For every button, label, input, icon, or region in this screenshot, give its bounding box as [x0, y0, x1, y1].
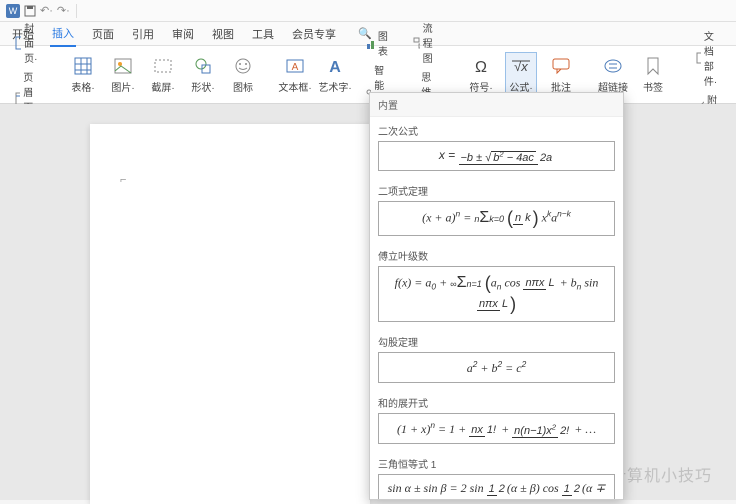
docpart-label: 文档部件· — [704, 28, 722, 88]
hyperlink-button[interactable]: 超链接 — [597, 53, 629, 96]
cover-button[interactable]: 封面页· — [12, 19, 43, 66]
bookmark-label: 书签 — [643, 79, 663, 94]
svg-text:W: W — [9, 6, 18, 16]
equation-label: 二次公式 — [378, 120, 615, 141]
hyperlink-icon — [602, 55, 624, 77]
screenshot-button[interactable]: 截屏· — [147, 53, 179, 96]
quick-access-toolbar: W ↶· ↷· — [6, 4, 70, 18]
equation-item-trig1[interactable]: 三角恒等式 1 sin α ± sin β = 2 sin 12(α ± β) … — [370, 450, 623, 500]
equation-preview[interactable]: x = −b ± b2 − 4ac2a — [378, 141, 615, 171]
equation-label: 傅立叶级数 — [378, 245, 615, 266]
screenshot-label: 截屏· — [151, 79, 174, 94]
equation-label: 和的展开式 — [378, 392, 615, 413]
equation-item-binomial[interactable]: 二项式定理 (x + a)n = nΣk=0 (nk) xkan−k — [370, 177, 623, 242]
dropdown-header: 内置 — [370, 93, 623, 117]
tab-view[interactable]: 视图 — [210, 22, 236, 46]
textbox-label: 文本框· — [278, 79, 311, 94]
tab-insert[interactable]: 插入 — [50, 21, 76, 47]
cursor-indicator: ⌐ — [120, 174, 126, 186]
table-button[interactable]: 表格· — [67, 53, 99, 96]
picture-button[interactable]: 图片· — [107, 53, 139, 96]
tab-page[interactable]: 页面 — [90, 22, 116, 46]
app-menu-icon[interactable]: W — [6, 4, 20, 18]
chart-label: 图表 — [378, 28, 392, 58]
ribbon: 封面页· 页眉页脚 表格· 图片· 截屏· 形状· 图标 A文本框· A艺术字·… — [0, 46, 736, 104]
wordart-button[interactable]: A 艺术字· — [319, 53, 351, 96]
document-page[interactable]: ⌐ — [90, 124, 370, 504]
title-bar: W ↶· ↷· — [0, 0, 736, 22]
equation-preview[interactable]: f(x) = a0 + ∞Σn=1 (an cos nπxL + bn sin … — [378, 266, 615, 322]
tab-tools[interactable]: 工具 — [250, 22, 276, 46]
svg-text:A: A — [292, 62, 299, 73]
screenshot-icon — [152, 55, 174, 77]
flowchart-button[interactable]: 流程图 — [410, 19, 441, 66]
wordart-label: 艺术字· — [318, 79, 351, 94]
undo-icon[interactable]: ↶· — [40, 4, 53, 17]
icon-icon — [232, 55, 254, 77]
bookmark-button[interactable]: 书签 — [637, 53, 669, 96]
equation-button[interactable]: √x公式· — [505, 52, 537, 97]
cover-label: 封面页· — [24, 20, 41, 65]
shape-button[interactable]: 形状· — [187, 53, 219, 96]
table-label: 表格· — [71, 79, 94, 94]
tab-review[interactable]: 审阅 — [170, 22, 196, 46]
divider — [76, 4, 77, 18]
annotation-icon — [550, 55, 572, 77]
equation-icon: √x — [510, 55, 532, 77]
shape-icon — [192, 55, 214, 77]
equation-preview[interactable]: sin α ± sin β = 2 sin 12(α ± β) cos 12(α… — [378, 474, 615, 500]
equation-item-quadratic[interactable]: 二次公式 x = −b ± b2 − 4ac2a — [370, 117, 623, 177]
equation-label: 三角恒等式 1 — [378, 453, 615, 474]
docpart-button[interactable]: 文档部件· — [693, 27, 724, 89]
wordart-icon: A — [324, 55, 346, 77]
icon-button[interactable]: 图标 — [227, 53, 259, 96]
annotation-button[interactable]: 批注 — [545, 53, 577, 96]
symbol-button[interactable]: Ω符号· — [465, 53, 497, 96]
equation-preview[interactable]: (1 + x)n = 1 + nx1! + n(n−1)x22! + … — [378, 413, 615, 445]
tab-ref[interactable]: 引用 — [130, 22, 156, 46]
equation-item-fourier[interactable]: 傅立叶级数 f(x) = a0 + ∞Σn=1 (an cos nπxL + b… — [370, 242, 623, 328]
bookmark-icon — [642, 55, 664, 77]
equation-item-pythagoras[interactable]: 勾股定理 a2 + b2 = c2 — [370, 328, 623, 389]
redo-icon[interactable]: ↷· — [57, 4, 70, 17]
svg-text:Ω: Ω — [475, 59, 487, 76]
shape-label: 形状· — [191, 79, 214, 94]
textbox-icon: A — [284, 55, 306, 77]
equation-label: 二项式定理 — [378, 180, 615, 201]
equation-dropdown: 内置 二次公式 x = −b ± b2 − 4ac2a 二项式定理 (x + a… — [369, 92, 624, 500]
icon-label: 图标 — [233, 79, 253, 94]
chart-button[interactable]: 图表 — [363, 27, 394, 59]
symbol-icon: Ω — [470, 55, 492, 77]
picture-icon — [112, 55, 134, 77]
equation-item-expansion[interactable]: 和的展开式 (1 + x)n = 1 + nx1! + n(n−1)x22! +… — [370, 389, 623, 451]
equation-preview[interactable]: (x + a)n = nΣk=0 (nk) xkan−k — [378, 201, 615, 236]
equation-preview[interactable]: a2 + b2 = c2 — [378, 352, 615, 383]
document-canvas: ⌐ — [0, 104, 736, 500]
picture-label: 图片· — [111, 79, 134, 94]
flowchart-label: 流程图 — [423, 20, 439, 65]
equation-label: 勾股定理 — [378, 331, 615, 352]
save-icon[interactable] — [24, 5, 36, 17]
textbox-button[interactable]: A 文本框· — [279, 53, 311, 96]
table-icon — [72, 55, 94, 77]
svg-text:A: A — [329, 59, 341, 76]
tab-member[interactable]: 会员专享 — [290, 22, 338, 46]
